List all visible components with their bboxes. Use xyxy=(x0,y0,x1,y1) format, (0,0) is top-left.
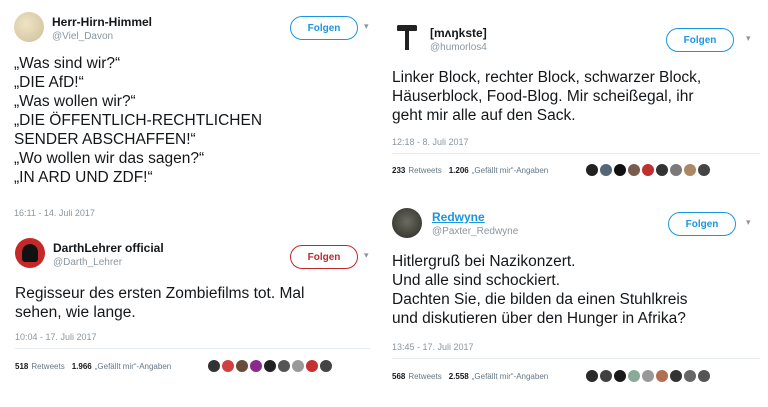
like-count[interactable]: 2.558 xyxy=(449,372,469,381)
divider xyxy=(15,348,370,349)
liker-avatar-icon[interactable] xyxy=(600,164,612,176)
follow-button[interactable]: Folgen xyxy=(290,16,358,40)
follow-button[interactable]: Folgen xyxy=(668,212,736,236)
liker-avatar-icon[interactable] xyxy=(656,164,668,176)
darth-vader-avatar-icon[interactable] xyxy=(15,238,45,268)
chevron-down-icon[interactable]: ▾ xyxy=(364,250,369,261)
retweets-label[interactable]: Retweets xyxy=(31,362,64,371)
user-name[interactable]: Herr-Hirn-Himmel xyxy=(52,15,152,29)
liker-avatar-icon[interactable] xyxy=(684,370,696,382)
liker-avatar-icon[interactable] xyxy=(292,360,304,372)
tweet-timestamp[interactable]: 16:11 - 14. Juli 2017 xyxy=(14,208,95,218)
divider xyxy=(392,153,760,154)
liker-avatar-icon[interactable] xyxy=(698,370,710,382)
liker-avatars xyxy=(586,164,712,176)
liker-avatar-icon[interactable] xyxy=(642,370,654,382)
tweet-stats: 518 Retweets 1.966 „Gefällt mir“-Angaben xyxy=(15,362,171,371)
liker-avatar-icon[interactable] xyxy=(670,164,682,176)
hammer-avatar-icon[interactable] xyxy=(392,22,422,52)
dark-photo-avatar-icon[interactable] xyxy=(392,208,422,238)
liker-avatar-icon[interactable] xyxy=(628,370,640,382)
follow-button[interactable]: Folgen xyxy=(290,245,358,269)
tweet-timestamp[interactable]: 12:18 - 8. Juli 2017 xyxy=(392,137,469,147)
liker-avatar-icon[interactable] xyxy=(236,360,248,372)
liker-avatar-icon[interactable] xyxy=(320,360,332,372)
user-handle[interactable]: @Paxter_Redwyne xyxy=(432,226,518,237)
tweet-timestamp[interactable]: 13:45 - 17. Juli 2017 xyxy=(392,342,474,352)
retweet-count[interactable]: 568 xyxy=(392,372,405,381)
liker-avatar-icon[interactable] xyxy=(208,360,220,372)
liker-avatar-icon[interactable] xyxy=(264,360,276,372)
liker-avatar-icon[interactable] xyxy=(642,164,654,176)
liker-avatars xyxy=(586,370,712,382)
liker-avatars xyxy=(208,360,334,372)
likes-label[interactable]: „Gefällt mir“-Angaben xyxy=(472,372,548,381)
user-name[interactable]: DarthLehrer official xyxy=(53,241,164,255)
liker-avatar-icon[interactable] xyxy=(614,164,626,176)
tweet-text: Regisseur des ersten Zombiefilms tot. Ma… xyxy=(15,285,305,321)
liker-avatar-icon[interactable] xyxy=(600,370,612,382)
liker-avatar-icon[interactable] xyxy=(586,164,598,176)
beige-avatar-icon[interactable] xyxy=(14,12,44,42)
retweet-count[interactable]: 233 xyxy=(392,166,405,175)
like-count[interactable]: 1.966 xyxy=(72,362,92,371)
liker-avatar-icon[interactable] xyxy=(586,370,598,382)
divider xyxy=(392,358,760,359)
user-name[interactable]: Redwyne xyxy=(432,210,485,224)
liker-avatar-icon[interactable] xyxy=(656,370,668,382)
liker-avatar-icon[interactable] xyxy=(698,164,710,176)
chevron-down-icon[interactable]: ▾ xyxy=(364,21,369,32)
liker-avatar-icon[interactable] xyxy=(684,164,696,176)
retweets-label[interactable]: Retweets xyxy=(408,166,441,175)
liker-avatar-icon[interactable] xyxy=(670,370,682,382)
tweet-text: Hitlergruß bei Nazikonzert. Und alle sin… xyxy=(392,253,688,327)
user-handle[interactable]: @Viel_Davon xyxy=(52,31,113,42)
tweet-text: „Was sind wir?“ „DIE AfD!“ „Was wollen w… xyxy=(14,55,263,186)
likes-label[interactable]: „Gefällt mir“-Angaben xyxy=(472,166,548,175)
user-handle[interactable]: @Darth_Lehrer xyxy=(53,257,122,268)
tweet-stats: 568 Retweets 2.558 „Gefällt mir“-Angaben xyxy=(392,372,548,381)
liker-avatar-icon[interactable] xyxy=(222,360,234,372)
tweet-stats: 233 Retweets 1.206 „Gefällt mir“-Angaben xyxy=(392,166,548,175)
retweet-count[interactable]: 518 xyxy=(15,362,28,371)
liker-avatar-icon[interactable] xyxy=(278,360,290,372)
liker-avatar-icon[interactable] xyxy=(614,370,626,382)
tweet-timestamp[interactable]: 10:04 - 17. Juli 2017 xyxy=(15,332,97,342)
retweets-label[interactable]: Retweets xyxy=(408,372,441,381)
user-handle[interactable]: @humorlos4 xyxy=(430,42,487,53)
likes-label[interactable]: „Gefällt mir“-Angaben xyxy=(95,362,171,371)
tweet-text: Linker Block, rechter Block, schwarzer B… xyxy=(392,69,702,124)
liker-avatar-icon[interactable] xyxy=(628,164,640,176)
chevron-down-icon[interactable]: ▾ xyxy=(746,33,751,44)
follow-button[interactable]: Folgen xyxy=(666,28,734,52)
like-count[interactable]: 1.206 xyxy=(449,166,469,175)
chevron-down-icon[interactable]: ▾ xyxy=(746,217,751,228)
liker-avatar-icon[interactable] xyxy=(306,360,318,372)
liker-avatar-icon[interactable] xyxy=(250,360,262,372)
user-name[interactable]: [mʌŋkste] xyxy=(430,26,487,40)
